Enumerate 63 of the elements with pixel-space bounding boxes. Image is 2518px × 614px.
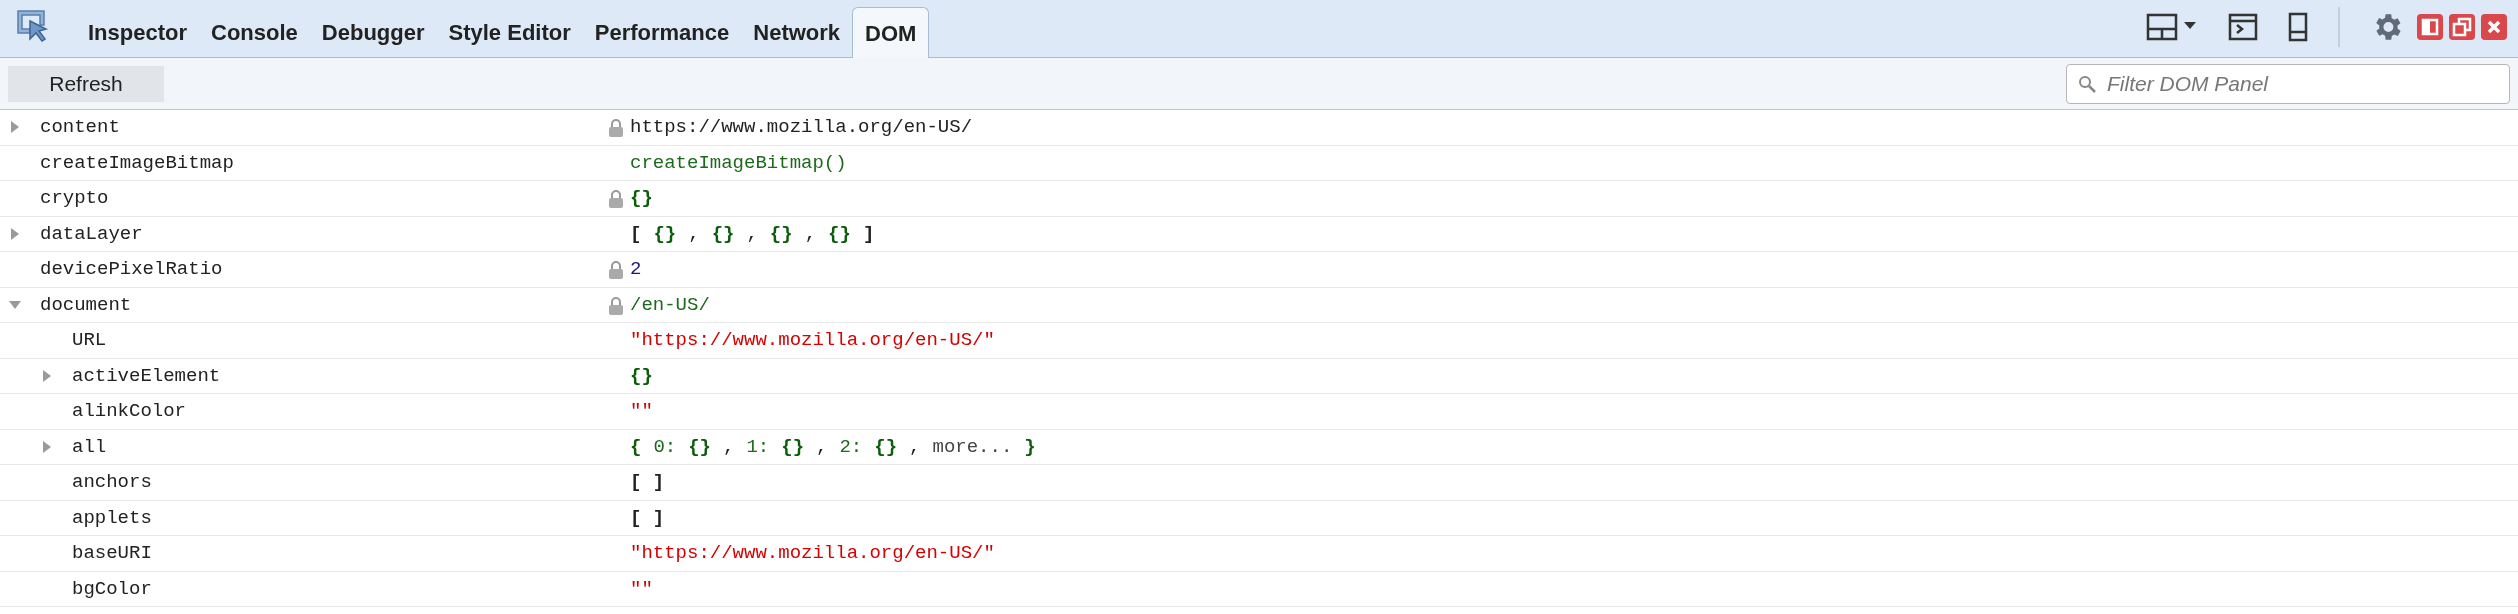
property-name: createImageBitmap xyxy=(40,150,234,176)
value-token: {} xyxy=(711,221,735,247)
property-name: content xyxy=(40,115,120,140)
value-token: 2: xyxy=(839,434,863,460)
value-token: "" xyxy=(630,576,653,602)
search-icon xyxy=(2078,74,2096,93)
devtools-tab[interactable]: Network xyxy=(741,7,853,57)
value-token: "https://www.mozilla.org/en-US/" xyxy=(630,541,995,566)
property-name: anchors xyxy=(72,470,152,495)
value-token: {} xyxy=(630,363,653,389)
value-token: {} xyxy=(828,221,851,247)
devtools-tab[interactable]: Inspector xyxy=(76,7,200,57)
value-token: /en-US/ xyxy=(630,292,710,318)
value-token: , xyxy=(688,221,700,247)
undock-icon[interactable] xyxy=(2448,13,2476,41)
property-name: crypto xyxy=(40,186,109,211)
property-name: devicePixelRatio xyxy=(40,257,223,282)
value-token: , xyxy=(804,221,817,247)
value-token: https://www.mozilla.org/en-US/ xyxy=(630,115,973,140)
value-token: {} xyxy=(653,221,677,247)
value-token: {} xyxy=(630,186,653,211)
value-token: 1: xyxy=(746,434,770,460)
property-name: URL xyxy=(72,328,107,353)
value-token: createImageBitmap() xyxy=(630,150,847,176)
filter-field[interactable]: Filter DOM Panel xyxy=(2066,63,2510,104)
value-token: [ ] xyxy=(630,470,665,495)
value-token: "" xyxy=(630,399,653,424)
console-icon[interactable] xyxy=(2228,13,2258,41)
value-token: , xyxy=(816,434,828,460)
property-name: applets xyxy=(72,505,152,531)
value-token: {} xyxy=(688,434,712,460)
value-token: , xyxy=(723,434,735,460)
device-icon[interactable] xyxy=(2288,12,2308,42)
property-name: alinkColor xyxy=(72,399,187,424)
devtools-tab[interactable]: Style Editor xyxy=(436,7,583,57)
value-token: [ ] xyxy=(630,505,665,531)
property-name: activeElement xyxy=(72,363,221,389)
devtools-tab[interactable]: Debugger xyxy=(309,7,437,57)
value-token: "https://www.mozilla.org/en-US/" xyxy=(630,328,995,353)
property-name: bgColor xyxy=(72,576,152,602)
close-icon[interactable] xyxy=(2480,13,2508,41)
value-token: , xyxy=(909,434,921,460)
value-token: more... xyxy=(932,434,1013,460)
value-token: , xyxy=(746,221,758,247)
property-name: document xyxy=(40,292,132,318)
devtools-tab[interactable]: Console xyxy=(199,7,310,57)
value-token: { xyxy=(630,434,642,460)
dock-side-icon[interactable] xyxy=(2416,13,2444,41)
property-name: dataLayer xyxy=(40,221,143,247)
value-token: {} xyxy=(874,434,898,460)
value-token: 0: xyxy=(653,434,677,460)
devtools-tab[interactable]: DOM xyxy=(852,7,930,58)
property-name: all xyxy=(72,434,107,460)
refresh-button[interactable]: Refresh xyxy=(8,65,164,102)
value-token: {} xyxy=(781,434,805,460)
value-token: } xyxy=(1024,434,1036,460)
devtools-tab[interactable]: Performance xyxy=(582,7,742,57)
value-token: 2 xyxy=(630,257,642,282)
value-token: ] xyxy=(862,221,875,247)
layout-dropdown-icon[interactable] xyxy=(2146,13,2198,41)
value-token: {} xyxy=(769,221,793,247)
value-token: [ xyxy=(630,221,642,247)
property-name: baseURI xyxy=(72,541,152,566)
